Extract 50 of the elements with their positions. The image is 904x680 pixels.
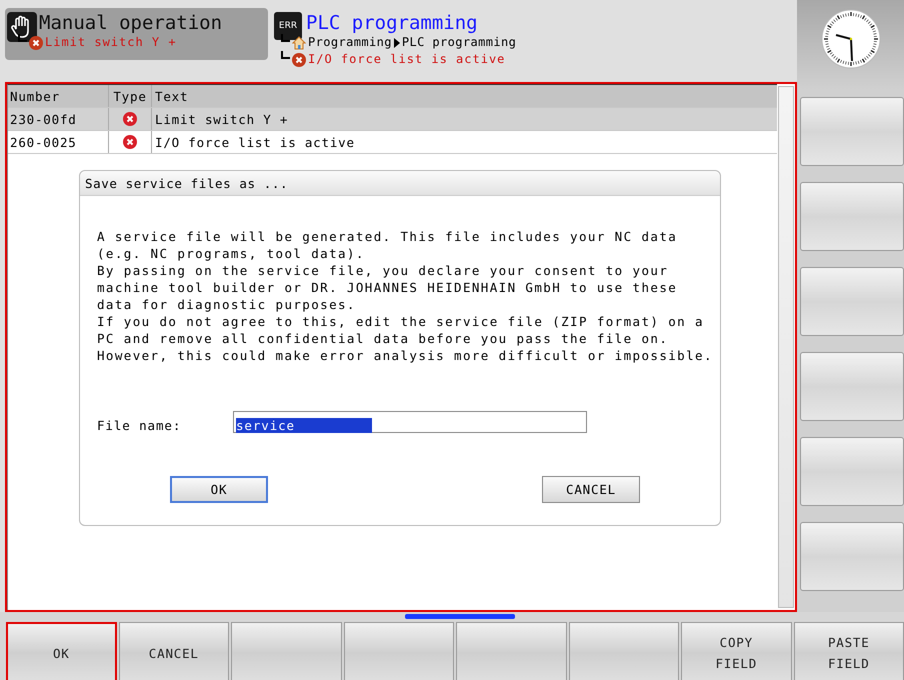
breadcrumb-item: PLC programming <box>402 34 516 51</box>
home-icon <box>292 36 306 50</box>
clock-icon <box>820 9 880 69</box>
err-badge: ERR <box>274 12 302 40</box>
table-cell: 230-00fd <box>8 108 109 130</box>
field-label: File name: <box>97 418 182 433</box>
program-tab[interactable]: ERR PLC programming Programming PLC programming I/O force list is active <box>274 8 797 82</box>
scrollbar[interactable] <box>778 86 794 608</box>
error-icon <box>123 135 137 149</box>
ok-button[interactable]: OK <box>170 476 268 503</box>
table-cell: 260-0025 <box>8 131 109 153</box>
mode-tab[interactable]: Manual operation Limit switch Y + <box>5 8 268 60</box>
error-message: Limit switch Y + <box>45 34 177 51</box>
side-softkey[interactable] <box>800 522 904 591</box>
side-softkey[interactable] <box>800 437 904 506</box>
side-softkey[interactable] <box>800 267 904 336</box>
error-icon <box>123 112 137 126</box>
program-title: PLC programming <box>306 12 479 34</box>
error-row[interactable]: 260-0025 I/O force list is active <box>8 131 777 154</box>
mode-title: Manual operation <box>39 12 222 34</box>
table-cell-text: I/O force list is active <box>154 134 355 150</box>
softkey[interactable]: OK <box>6 622 117 680</box>
side-softkey[interactable] <box>800 182 904 251</box>
cancel-button[interactable]: CANCEL <box>542 476 640 503</box>
softkey[interactable] <box>344 622 454 680</box>
error-icon <box>29 36 43 50</box>
error-row[interactable]: 230-00fd Limit switch Y + <box>8 108 777 131</box>
table-cell-text: Limit switch Y + <box>154 112 288 126</box>
breadcrumb-arrow-icon <box>394 38 400 48</box>
side-softkey[interactable] <box>800 352 904 421</box>
file-name-field[interactable]: service <box>233 410 587 432</box>
softkey[interactable] <box>456 622 567 680</box>
column-header: Type <box>109 85 152 107</box>
dialog-paragraph: By passing on the service file, you declare your consent to your machine tool builder or DR. JOHANNES HEIDENHAIN GmbH to use these data for diagnostic purposes. <box>97 262 678 313</box>
dialog-paragraph: If you do not agree to this, edit the service file (ZIP format) on a PC and remove all confidential data before you pass the file on. However, this could make error analysis more difficult or impossible. <box>97 313 714 364</box>
side-softkey[interactable] <box>800 97 904 166</box>
softkey[interactable] <box>568 622 680 680</box>
column-header: Number <box>8 85 109 107</box>
column-header: Text <box>154 88 188 104</box>
error-icon <box>292 52 306 66</box>
tree-connector-icon <box>17 34 27 44</box>
softkey[interactable]: COPY FIELD <box>681 622 792 680</box>
softkey[interactable] <box>231 622 342 680</box>
softkey[interactable]: PASTE FIELD <box>794 622 904 680</box>
error-message: I/O force list is active <box>308 51 506 68</box>
dialog-title: Save service files as ... <box>80 171 720 196</box>
breadcrumb-item: Programming <box>308 34 392 51</box>
softkey[interactable]: CANCEL <box>118 622 230 680</box>
dialog-paragraph: A service file will be generated. This file includes your NC data (e.g. NC programs, tool data). <box>97 228 678 262</box>
hand-icon <box>7 12 37 42</box>
